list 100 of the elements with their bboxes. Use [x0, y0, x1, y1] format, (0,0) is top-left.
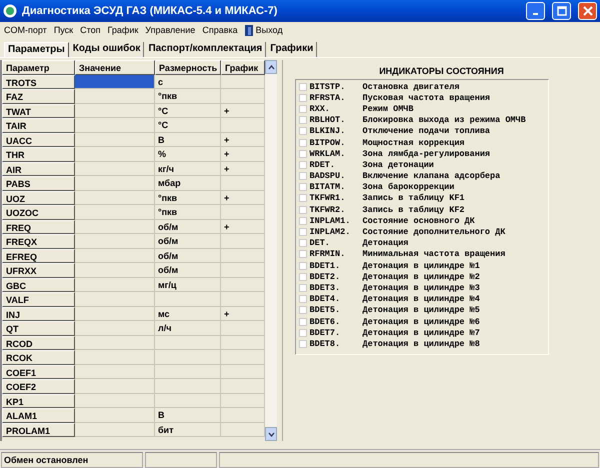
minimize-button[interactable]	[526, 2, 545, 20]
table-cell[interactable]	[75, 422, 155, 437]
column-header[interactable]: Значение	[75, 60, 155, 74]
checkbox[interactable]	[298, 194, 306, 202]
window-title: Диагностика ЭСУД ГАЗ (МИКАС-5.4 и МИКАС-7)	[22, 5, 278, 17]
menu-item[interactable]: Пуск	[54, 25, 74, 35]
table-cell[interactable]	[75, 89, 155, 104]
scroll-down-button[interactable]	[265, 427, 277, 441]
maximize-button[interactable]	[552, 2, 571, 20]
table-cell[interactable]	[75, 190, 155, 205]
checkbox[interactable]	[298, 206, 306, 214]
table-cell: °пкв	[155, 89, 221, 104]
row-header: UOZOC	[2, 205, 75, 220]
table-cell	[155, 350, 221, 364]
table-cell[interactable]	[75, 118, 155, 132]
indicator-code: DET.	[310, 238, 331, 248]
table-cell[interactable]	[75, 394, 155, 408]
scrollbar[interactable]	[265, 60, 277, 441]
door-icon	[244, 24, 254, 36]
checkbox[interactable]	[298, 216, 306, 225]
row-header: THR	[2, 147, 75, 162]
checkbox[interactable]	[298, 160, 306, 169]
checkbox[interactable]	[298, 284, 306, 292]
table-cell[interactable]	[75, 350, 155, 364]
table-cell: кг/ч	[155, 162, 221, 176]
row-header: TROTS	[2, 74, 75, 89]
table-cell[interactable]	[75, 379, 155, 394]
panel-title: ИНДИКАТОРЫ СОСТОЯНИЯ	[379, 66, 504, 76]
tab[interactable]: Параметры	[4, 42, 69, 57]
table-cell[interactable]	[75, 104, 155, 118]
checkbox[interactable]	[298, 250, 306, 258]
table-cell[interactable]	[75, 321, 155, 336]
indicator-code: BDET2.	[310, 272, 342, 282]
table-cell[interactable]	[75, 248, 155, 263]
checkbox[interactable]	[298, 239, 306, 248]
row-header: GBC	[2, 278, 75, 292]
checkbox[interactable]	[298, 183, 306, 192]
checkbox[interactable]	[298, 138, 306, 147]
indicator-code: BLKINJ.	[310, 126, 346, 136]
table-cell[interactable]	[75, 306, 155, 321]
checkbox[interactable]	[298, 318, 306, 326]
checkbox[interactable]	[298, 340, 306, 348]
checkbox[interactable]	[298, 104, 306, 113]
table-cell: мс	[155, 306, 221, 321]
checkbox[interactable]	[298, 94, 306, 102]
table-cell[interactable]	[75, 336, 155, 350]
table-cell[interactable]	[75, 162, 155, 176]
table-cell[interactable]	[75, 147, 155, 162]
scroll-up-button[interactable]	[265, 60, 277, 74]
checkbox[interactable]	[298, 82, 306, 91]
checkbox[interactable]	[298, 228, 306, 236]
checkbox[interactable]	[298, 262, 306, 270]
checkbox[interactable]	[298, 116, 306, 124]
table-cell: °C	[155, 104, 221, 118]
indicator-code: INPLAM1.	[310, 216, 352, 226]
checkbox[interactable]	[298, 272, 306, 281]
checkbox[interactable]	[298, 306, 306, 314]
checkbox[interactable]	[298, 328, 306, 337]
menu-item[interactable]: Стоп	[80, 25, 101, 35]
menu-item[interactable]: Справка	[202, 25, 238, 35]
column-header[interactable]: График	[221, 60, 265, 74]
table-cell[interactable]	[75, 234, 155, 248]
checkbox[interactable]	[298, 127, 306, 136]
table-cell[interactable]	[75, 263, 155, 278]
status-panel	[145, 452, 217, 468]
indicator-label: Зона барокоррекции	[362, 182, 454, 192]
table-cell: В	[155, 408, 221, 422]
checkbox[interactable]	[298, 150, 306, 158]
table-cell[interactable]	[75, 278, 155, 292]
indicator-code: BDET3.	[310, 282, 342, 293]
table-cell[interactable]	[75, 74, 155, 89]
table-cell[interactable]	[75, 364, 155, 379]
indicator-label: Пусковая частота вращения	[362, 92, 490, 103]
menu-item[interactable]: Выход	[244, 24, 283, 36]
row-header: RCOK	[2, 350, 75, 364]
table-cell[interactable]	[75, 292, 155, 306]
indicator-label: Состояние основного ДК	[362, 216, 475, 226]
indicator-code: RDET.	[310, 160, 336, 170]
table-cell: °C	[155, 118, 221, 132]
indicator-label: Детонация	[362, 238, 408, 248]
menu-item[interactable]: Управление	[145, 25, 196, 35]
table-cell[interactable]	[75, 132, 155, 147]
checkbox[interactable]	[298, 295, 306, 304]
table-cell[interactable]	[75, 176, 155, 190]
row-header: QT	[2, 321, 75, 336]
table-cell	[155, 394, 221, 408]
indicator-code: BDET7.	[310, 328, 342, 338]
table-cell	[155, 364, 221, 379]
table-cell[interactable]	[75, 205, 155, 220]
row-header: UACC	[2, 132, 75, 147]
menu-item[interactable]: График	[108, 25, 138, 35]
indicator-label: Запись в таблицу KF2	[362, 204, 465, 215]
close-button[interactable]	[578, 2, 597, 20]
table-cell[interactable]	[75, 408, 155, 422]
checkbox[interactable]	[298, 172, 306, 180]
menu-item[interactable]: COM-порт	[4, 25, 47, 35]
table-cell: об/м	[155, 220, 221, 234]
column-header[interactable]: Параметр	[2, 60, 75, 74]
table-cell[interactable]	[75, 220, 155, 234]
column-header[interactable]: Размерность	[155, 60, 221, 74]
